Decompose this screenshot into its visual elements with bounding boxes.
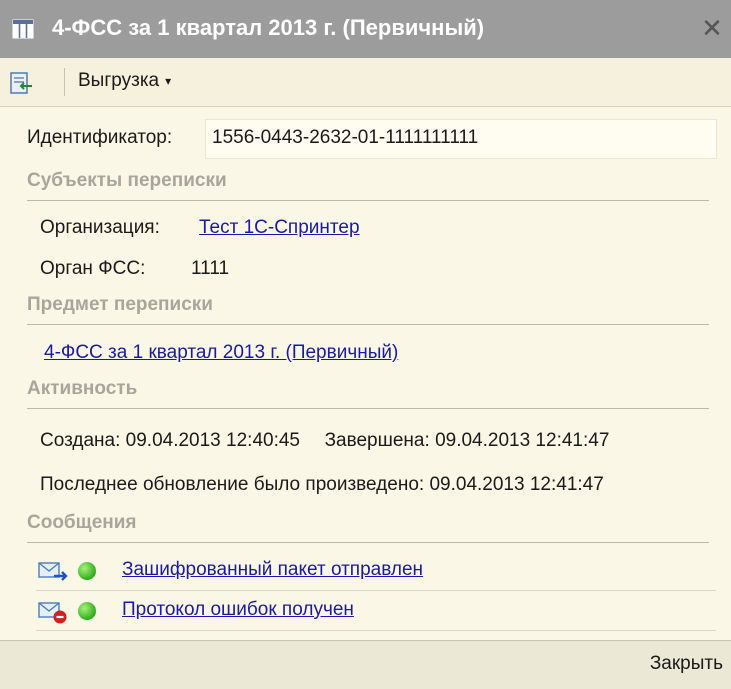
identifier-field[interactable]: 1556-0443-2632-01-1111111111	[205, 119, 717, 159]
subjects-heading: Субъекты переписки	[27, 170, 227, 191]
subject-matter-section-header: Предмет переписки	[27, 290, 709, 325]
last-update-value: 09.04.2013 12:41:47	[429, 474, 604, 495]
window-title: 4-ФСС за 1 квартал 2013 г. (Первичный)	[52, 15, 485, 40]
finished-value: 09.04.2013 12:41:47	[435, 430, 610, 451]
activity-heading: Активность	[27, 378, 138, 399]
created-row: Создана: 09.04.2013 12:40:45 Завершена: …	[40, 430, 609, 452]
created-value: 09.04.2013 12:40:45	[125, 430, 300, 451]
message-row[interactable]: Протокол ошибок получен	[36, 592, 716, 631]
fss-value: 1111	[191, 258, 230, 279]
last-update-row: Последнее обновление было произведено: 0…	[40, 474, 604, 496]
status-indicator	[78, 562, 96, 580]
envelope-error-icon	[38, 602, 67, 624]
organization-label: Организация:	[40, 217, 160, 238]
envelope-sent-icon	[38, 562, 68, 581]
export-menu-button[interactable]: Выгрузка ▾	[78, 70, 171, 92]
finished-label: Завершена:	[324, 430, 430, 451]
identifier-label: Идентификатор:	[27, 127, 173, 148]
toolbar-divider	[64, 68, 65, 96]
export-icon[interactable]	[10, 72, 34, 94]
title-bar: 4-ФСС за 1 квартал 2013 г. (Первичный) ✕	[0, 0, 731, 58]
messages-heading: Сообщения	[27, 512, 137, 533]
close-button[interactable]: Закрыть	[650, 653, 723, 675]
activity-section-header: Активность	[27, 374, 709, 409]
created-label: Создана:	[40, 430, 121, 451]
close-icon[interactable]: ✕	[699, 12, 725, 44]
fss-label: Орган ФСС:	[40, 258, 146, 279]
status-indicator	[78, 602, 96, 620]
toolbar: Выгрузка ▾	[0, 58, 731, 107]
subjects-section-header: Субъекты переписки	[27, 166, 709, 201]
message-link[interactable]: Зашифрованный пакет отправлен	[122, 559, 423, 581]
message-row[interactable]: Зашифрованный пакет отправлен	[36, 552, 716, 591]
document-link[interactable]: 4-ФСС за 1 квартал 2013 г. (Первичный)	[44, 342, 398, 364]
footer-bar: Закрыть	[0, 640, 731, 689]
message-link[interactable]: Протокол ошибок получен	[122, 599, 354, 621]
export-menu-label: Выгрузка	[78, 70, 160, 91]
table-icon	[12, 19, 34, 39]
subject-matter-heading: Предмет переписки	[27, 294, 213, 315]
last-update-label: Последнее обновление было произведено:	[40, 474, 425, 495]
chevron-down-icon: ▾	[165, 73, 172, 88]
messages-section-header: Сообщения	[27, 508, 709, 543]
organization-link[interactable]: Тест 1С-Спринтер	[199, 217, 360, 239]
